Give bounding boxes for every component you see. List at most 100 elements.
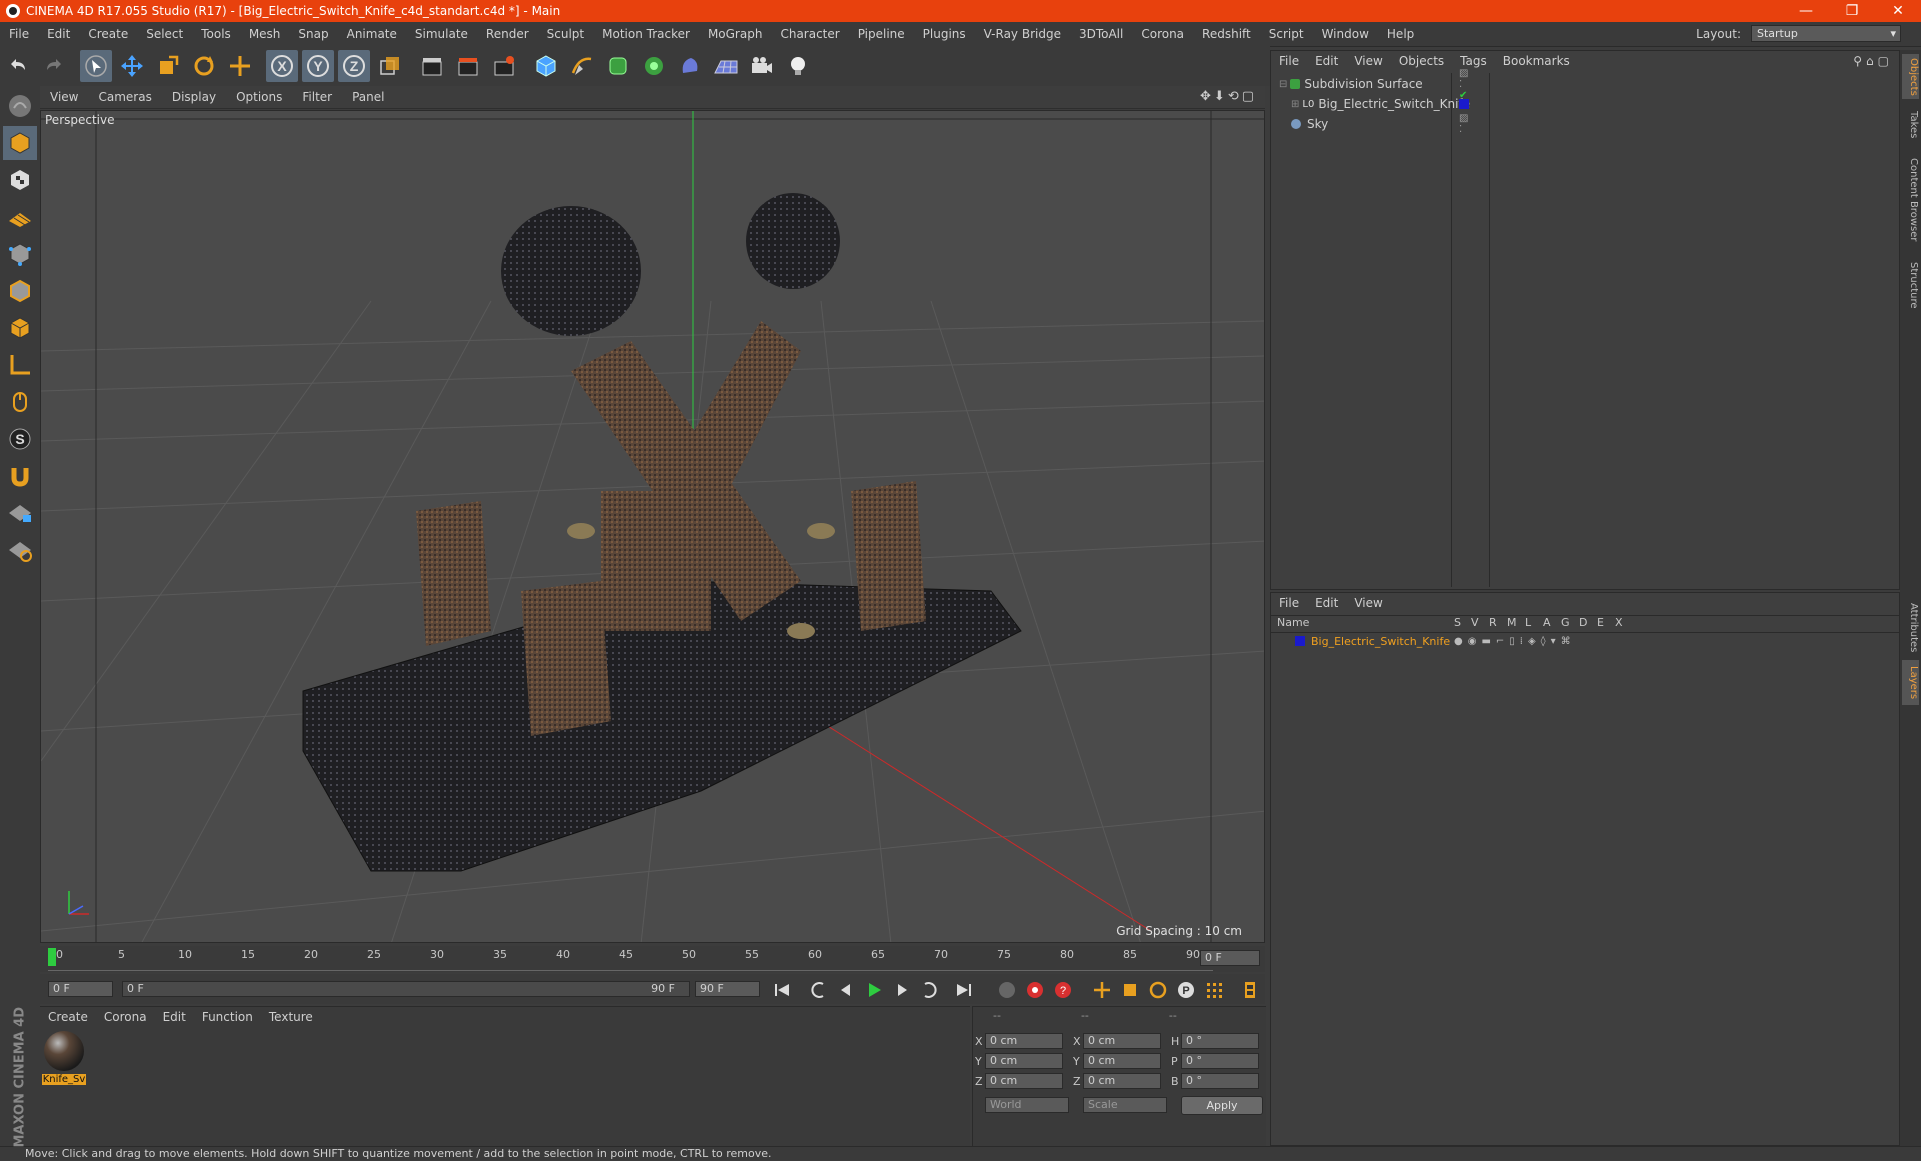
position-y-field[interactable]: 0 cm <box>985 1053 1063 1069</box>
scale-tool-button[interactable] <box>152 50 184 82</box>
y-axis-button[interactable]: Y <box>302 50 334 82</box>
object-row-big-electric-switch-knife[interactable]: ⊞ L0 Big_Electric_Switch_Knife <box>1291 95 1470 113</box>
x-axis-button[interactable]: X <box>266 50 298 82</box>
select-tool-button[interactable] <box>80 50 112 82</box>
object-menu-tags[interactable]: Tags <box>1452 54 1495 68</box>
menu-mograph[interactable]: MoGraph <box>699 27 772 41</box>
object-row-sky[interactable]: Sky ▨ ⁚ <box>1291 113 1468 135</box>
polygons-mode-button[interactable] <box>3 311 37 345</box>
floor-object-button[interactable] <box>710 50 742 82</box>
rotation-h-field[interactable]: 0 ° <box>1181 1033 1259 1049</box>
visibility-icon[interactable]: ▨ ⁚ <box>1459 113 1468 135</box>
material-swatch[interactable]: Knife_Sv <box>42 1031 86 1093</box>
col-xref[interactable]: X <box>1615 616 1623 629</box>
menu-file[interactable]: File <box>0 27 38 41</box>
key-parameter-button[interactable]: P <box>1174 978 1198 1002</box>
axis-mode-button[interactable] <box>3 348 37 382</box>
viewport-nav-icons[interactable]: ✥⬇⟲▢ <box>1200 89 1257 104</box>
workplane-mode-button[interactable] <box>3 200 37 234</box>
tab-content-browser[interactable]: Content Browser <box>1902 150 1919 250</box>
tab-attributes[interactable]: Attributes <box>1902 595 1919 660</box>
col-animation[interactable]: A <box>1543 616 1551 629</box>
move-tool-button[interactable] <box>116 50 148 82</box>
col-visible[interactable]: V <box>1471 616 1479 629</box>
menu-sculpt[interactable]: Sculpt <box>538 27 593 41</box>
render-picture-viewer-button[interactable] <box>452 50 484 82</box>
menu-script[interactable]: Script <box>1260 27 1313 41</box>
current-frame-field[interactable]: 0 F <box>1200 950 1260 966</box>
record-keys-button[interactable] <box>995 978 1019 1002</box>
tab-takes[interactable]: Takes <box>1902 105 1919 145</box>
key-rotation-button[interactable] <box>1146 978 1170 1002</box>
rotate-tool-button[interactable] <box>188 50 220 82</box>
menu-create[interactable]: Create <box>79 27 137 41</box>
planar-workplane-button[interactable] <box>3 533 37 567</box>
prev-key-button[interactable] <box>806 978 830 1002</box>
transform-mode-select[interactable]: Scale <box>1083 1097 1167 1113</box>
layer-row[interactable]: Big_Electric_Switch_Knife ●◉▬⌐▯⁞◈◊▾⌘ <box>1279 633 1571 649</box>
tweak-mode-button[interactable] <box>3 385 37 419</box>
frame-range-slider[interactable]: 0 F 90 F <box>122 981 690 997</box>
coordinate-space-select[interactable]: World <box>985 1097 1069 1113</box>
undo-button[interactable] <box>2 50 34 82</box>
object-menu-bookmarks[interactable]: Bookmarks <box>1495 54 1578 68</box>
close-button[interactable]: ✕ <box>1875 0 1921 22</box>
viewport-menu-view[interactable]: View <box>40 90 88 104</box>
position-x-field[interactable]: 0 cm <box>985 1033 1063 1049</box>
autokey-button[interactable] <box>1023 978 1047 1002</box>
material-menu-create[interactable]: Create <box>40 1010 96 1024</box>
rotation-b-field[interactable]: 0 ° <box>1181 1073 1259 1089</box>
size-y-field[interactable]: 0 cm <box>1083 1053 1161 1069</box>
menu-window[interactable]: Window <box>1313 27 1378 41</box>
restore-button[interactable]: ❐ <box>1829 0 1875 22</box>
spline-pen-button[interactable] <box>566 50 598 82</box>
next-key-button[interactable] <box>918 978 942 1002</box>
col-generators[interactable]: G <box>1561 616 1570 629</box>
col-locked[interactable]: L <box>1525 616 1531 629</box>
viewport-menu-filter[interactable]: Filter <box>292 90 342 104</box>
menu-mesh[interactable]: Mesh <box>240 27 290 41</box>
z-axis-button[interactable]: Z <box>338 50 370 82</box>
redo-button[interactable] <box>38 50 70 82</box>
object-menu-file[interactable]: File <box>1271 54 1307 68</box>
tab-structure[interactable]: Structure <box>1902 255 1919 315</box>
make-editable-button[interactable] <box>3 89 37 123</box>
timeline-cursor[interactable] <box>48 948 56 966</box>
layer-menu-view[interactable]: View <box>1346 596 1390 610</box>
menu-snap[interactable]: Snap <box>289 27 337 41</box>
menu-corona[interactable]: Corona <box>1132 27 1193 41</box>
material-menu-corona[interactable]: Corona <box>96 1010 155 1024</box>
subdivision-surface-button[interactable] <box>602 50 634 82</box>
menu-help[interactable]: Help <box>1378 27 1423 41</box>
points-mode-button[interactable] <box>3 237 37 271</box>
layout-select[interactable]: Startup <box>1751 25 1901 42</box>
coordinate-system-button[interactable] <box>374 50 406 82</box>
menu-simulate[interactable]: Simulate <box>406 27 477 41</box>
viewport-menu-display[interactable]: Display <box>162 90 226 104</box>
goto-start-button[interactable] <box>770 978 794 1002</box>
menu-select[interactable]: Select <box>137 27 192 41</box>
camera-object-button[interactable] <box>746 50 778 82</box>
key-position-button[interactable] <box>1090 978 1114 1002</box>
material-menu-function[interactable]: Function <box>194 1010 261 1024</box>
cube-object-button[interactable] <box>530 50 562 82</box>
layer-menu-file[interactable]: File <box>1271 596 1307 610</box>
object-menu-objects[interactable]: Objects <box>1391 54 1452 68</box>
col-manager[interactable]: M <box>1507 616 1517 629</box>
menu-plugins[interactable]: Plugins <box>914 27 975 41</box>
solo-button[interactable]: S <box>3 422 37 456</box>
layer-menu-edit[interactable]: Edit <box>1307 596 1346 610</box>
tab-layers[interactable]: Layers <box>1902 660 1919 705</box>
goto-end-button[interactable] <box>952 978 976 1002</box>
menu-motion-tracker[interactable]: Motion Tracker <box>593 27 699 41</box>
magnet-snap-button[interactable] <box>3 459 37 493</box>
material-menu-edit[interactable]: Edit <box>155 1010 194 1024</box>
tab-objects[interactable]: Objects <box>1902 54 1919 99</box>
minimize-button[interactable]: — <box>1783 0 1829 22</box>
lock-workplane-button[interactable] <box>3 496 37 530</box>
play-button[interactable] <box>862 978 886 1002</box>
viewport-menu-panel[interactable]: Panel <box>342 90 394 104</box>
render-settings-button[interactable] <box>488 50 520 82</box>
model-mode-button[interactable] <box>3 126 37 160</box>
object-menu-view[interactable]: View <box>1346 54 1390 68</box>
